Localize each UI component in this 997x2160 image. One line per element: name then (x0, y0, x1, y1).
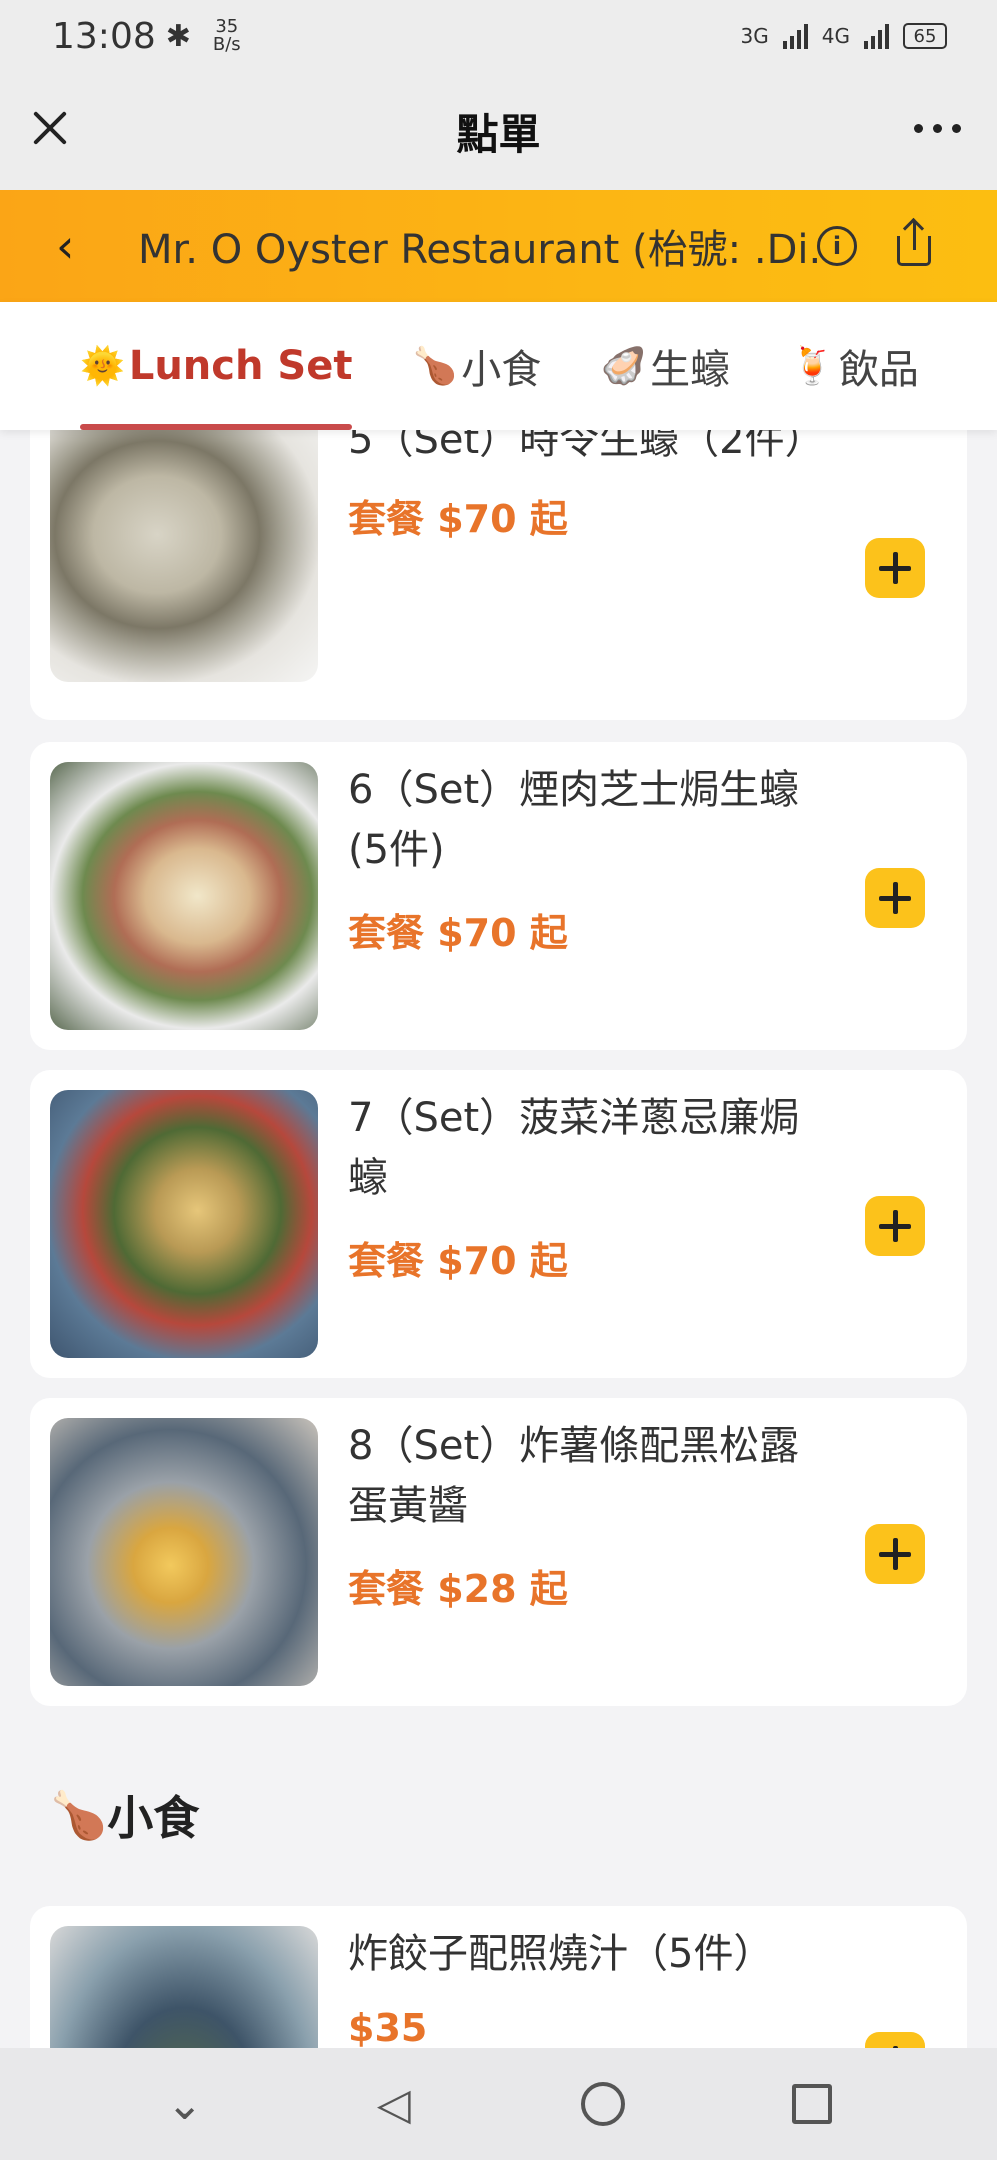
tab-snacks[interactable]: 🍗 小食 (412, 302, 541, 430)
dish-name: 8（Set）炸薯條配黑松露蛋黃醬 (348, 1423, 800, 1529)
dish-name: 6（Set）煙肉芝士焗生蠔(5件) (348, 767, 800, 873)
dish-price: 套餐 $70 起 (348, 1239, 568, 1283)
battery-icon: 65 (903, 23, 947, 49)
dish-name: 7（Set）菠菜洋蔥忌廉焗蠔 (348, 1095, 800, 1201)
dish-price: $35 (348, 2006, 428, 2048)
title-bar: 點單 (0, 72, 997, 190)
dish-image (50, 762, 318, 1030)
dish-name: 5（Set）時令生蠔（2件） (348, 430, 825, 463)
menu-item-card[interactable]: 7（Set）菠菜洋蔥忌廉焗蠔 套餐 $70 起 (30, 1070, 967, 1378)
tab-oysters[interactable]: 🦪 生蠔 (601, 302, 730, 430)
add-button[interactable] (865, 538, 925, 598)
tab-label: Lunch Set (128, 343, 353, 389)
add-button[interactable] (865, 2032, 925, 2048)
dish-price: 套餐 $70 起 (348, 497, 568, 541)
status-bar: 13:08 ✱ 35 B/s 3G 4G 65 (0, 0, 997, 72)
home-circle-icon[interactable] (563, 2082, 643, 2126)
tab-label: 生蠔 (650, 347, 731, 393)
dish-image (50, 1418, 318, 1686)
sun-icon: 🌞 (80, 346, 125, 387)
tab-drinks[interactable]: 🍹 飲品 (790, 302, 919, 430)
add-button[interactable] (865, 1196, 925, 1256)
section-title: 小食 (107, 1791, 200, 1845)
dish-image (50, 1090, 318, 1358)
network-3g-label: 3G (740, 24, 769, 48)
category-tabs: 🌞 Lunch Set 🍗 小食 🦪 生蠔 🍹 飲品 (0, 302, 997, 430)
dish-image (50, 430, 318, 682)
add-button[interactable] (865, 868, 925, 928)
back-triangle-icon[interactable]: ◁ (354, 2079, 434, 2130)
tab-label: 飲品 (838, 347, 919, 393)
system-nav-bar: ⌄ ◁ (0, 2048, 997, 2160)
dish-price: 套餐 $70 起 (348, 911, 568, 955)
share-icon[interactable] (895, 222, 935, 266)
network-4g-label: 4G (821, 24, 850, 48)
dish-image (50, 1926, 318, 2048)
page-title: 點單 (456, 109, 541, 159)
close-icon[interactable] (30, 108, 70, 148)
menu-item-card[interactable]: 5（Set）時令生蠔（2件） 套餐 $70 起 (30, 430, 967, 720)
restaurant-name: Mr. O Oyster Restaurant (枱號: .Di... (138, 227, 818, 273)
dish-price: 套餐 $28 起 (348, 1567, 568, 1611)
drumstick-icon: 🍗 (412, 346, 458, 387)
menu-item-card[interactable]: 8（Set）炸薯條配黑松露蛋黃醬 套餐 $28 起 (30, 1398, 967, 1706)
back-chevron-icon[interactable]: ‹ (56, 219, 116, 273)
cocktail-icon: 🍹 (790, 346, 835, 387)
dish-name: 炸餃子配照燒汁（5件） (348, 1931, 774, 1977)
menu-item-card[interactable]: 6（Set）煙肉芝士焗生蠔(5件) 套餐 $70 起 (30, 742, 967, 1050)
info-icon[interactable]: i (817, 226, 857, 266)
oyster-icon: 🦪 (601, 346, 647, 387)
section-heading: 🍗 小食 (50, 1782, 199, 1848)
status-time: 13:08 (52, 15, 156, 57)
add-button[interactable] (865, 1524, 925, 1584)
restaurant-bar: ‹ Mr. O Oyster Restaurant (枱號: .Di... i (0, 190, 997, 302)
signal-icon (864, 23, 889, 49)
signal-icon (782, 23, 808, 49)
tab-lunch-set[interactable]: 🌞 Lunch Set (80, 302, 353, 430)
chevron-down-icon[interactable]: ⌄ (145, 2079, 225, 2130)
drumstick-icon: 🍗 (50, 1787, 108, 1842)
more-icon[interactable] (914, 124, 961, 133)
recents-square-icon[interactable] (772, 2084, 852, 2124)
tab-label: 小食 (461, 347, 542, 393)
bluetooth-icon: ✱ (165, 18, 191, 54)
network-speed: 35 B/s (212, 16, 241, 55)
menu-item-card[interactable]: 炸餃子配照燒汁（5件） $35 (30, 1906, 967, 2048)
menu-list: 5（Set）時令生蠔（2件） 套餐 $70 起 6（Set）煙肉芝士焗生蠔(5件… (0, 430, 997, 2048)
